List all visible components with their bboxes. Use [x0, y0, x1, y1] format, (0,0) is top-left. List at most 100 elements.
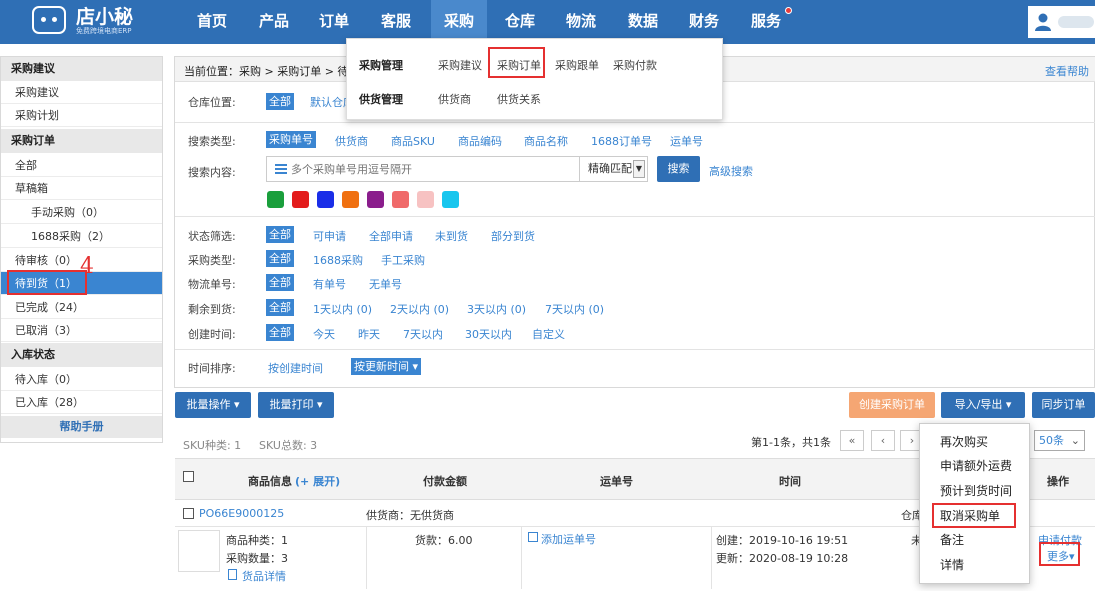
menu-item-extra-freight[interactable]: 申请额外运费: [920, 454, 1029, 478]
advanced-search-link[interactable]: 高级搜索: [709, 163, 753, 179]
logistics-has[interactable]: 有单号: [313, 276, 346, 292]
sidebar-item-draft[interactable]: 草稿箱: [1, 177, 162, 200]
order-checkbox[interactable]: [183, 508, 194, 519]
color-tag-swatch[interactable]: [342, 191, 359, 208]
sidebar-section-suggestion: 采购建议: [1, 57, 162, 81]
status-partial[interactable]: 部分到货: [491, 228, 535, 244]
type-all[interactable]: 全部: [266, 250, 294, 267]
select-all-checkbox[interactable]: [183, 471, 194, 482]
create-purchase-order-button[interactable]: 创建采购订单: [849, 392, 935, 418]
type-1688[interactable]: 1688采购: [313, 252, 363, 268]
dropdown-group-purchase: 采购管理: [359, 59, 403, 72]
user-menu[interactable]: [1028, 6, 1095, 38]
annotation-box-purchase-orders: [488, 47, 545, 78]
color-tag-swatch[interactable]: [317, 191, 334, 208]
logistics-none[interactable]: 无单号: [369, 276, 402, 292]
sidebar-item-suggestion[interactable]: 采购建议: [1, 81, 162, 104]
batch-operations-button[interactable]: 批量操作 ▾: [175, 392, 251, 418]
color-tag-swatch[interactable]: [417, 191, 434, 208]
sidebar-item-stocked[interactable]: 已入库（28）: [1, 391, 162, 414]
sidebar-item-completed[interactable]: 已完成（24）: [1, 296, 162, 319]
dropdown-supply-relations[interactable]: 供货关系: [497, 91, 541, 107]
edit-icon: [528, 532, 538, 542]
search-button[interactable]: 搜索: [657, 156, 700, 182]
status-applicable[interactable]: 可申请: [313, 228, 346, 244]
search-type-1688[interactable]: 1688订单号: [591, 133, 652, 149]
dropdown-suppliers[interactable]: 供货商: [438, 91, 471, 107]
color-tag-swatch[interactable]: [292, 191, 309, 208]
expand-toggle[interactable]: (+ 展开): [295, 473, 340, 489]
dropdown-purchase-tracking[interactable]: 采购跟单: [555, 57, 599, 73]
created-30days[interactable]: 30天以内: [465, 326, 512, 342]
nav-home[interactable]: 首页: [184, 0, 240, 44]
product-detail-link[interactable]: 货品详情: [242, 568, 286, 584]
dropdown-purchase-payment[interactable]: 采购付款: [613, 57, 657, 73]
sidebar-item-plan[interactable]: 采购计划: [1, 104, 162, 127]
logistics-all[interactable]: 全部: [266, 274, 294, 291]
search-type-tracking[interactable]: 运单号: [670, 133, 703, 149]
status-all-applied[interactable]: 全部申请: [369, 228, 413, 244]
menu-item-rebuy[interactable]: 再次购买: [920, 430, 1029, 454]
logo[interactable]: 店小秘 免费跨境电商ERP: [32, 4, 152, 38]
created-yesterday[interactable]: 昨天: [358, 326, 380, 342]
annotation-box-cancel: [932, 503, 1016, 528]
color-tag-swatch[interactable]: [367, 191, 384, 208]
color-tag-swatch[interactable]: [392, 191, 409, 208]
remaining-7day[interactable]: 7天以内 (0): [545, 301, 604, 317]
sidebar-item-1688[interactable]: 1688采购（2）: [1, 225, 162, 248]
breadcrumb-text: 当前位置：采购 > 采购订单 > 待到: [184, 65, 360, 78]
dropdown-group-supply: 供货管理: [359, 93, 403, 106]
color-tag-swatch[interactable]: [442, 191, 459, 208]
menu-item-arrival-time[interactable]: 预计到货时间: [920, 479, 1029, 503]
sort-by-updated[interactable]: 按更新时间 ▾: [351, 358, 422, 375]
sync-orders-button[interactable]: 同步订单: [1032, 392, 1095, 418]
search-input-box[interactable]: [266, 156, 580, 182]
remaining-label: 剩余到货:: [188, 303, 236, 316]
created-custom[interactable]: 自定义: [532, 326, 565, 342]
annotation-number-4: 4: [80, 254, 94, 279]
status-all[interactable]: 全部: [266, 226, 294, 243]
per-page-select[interactable]: 50条 ⌄: [1034, 430, 1085, 451]
sidebar-item-manual[interactable]: 手动采购（0）: [1, 201, 162, 224]
menu-item-details[interactable]: 详情: [920, 553, 1029, 577]
remaining-3day[interactable]: 3天以内 (0): [467, 301, 526, 317]
sidebar-item-cancelled[interactable]: 已取消（3）: [1, 319, 162, 342]
import-export-button[interactable]: 导入/导出 ▾: [941, 392, 1025, 418]
first-page-button[interactable]: «: [840, 430, 864, 451]
sort-by-created[interactable]: 按创建时间: [268, 360, 323, 376]
search-type-sku[interactable]: 商品SKU: [391, 133, 435, 149]
batch-print-button[interactable]: 批量打印 ▾: [258, 392, 334, 418]
prev-page-button[interactable]: ‹: [871, 430, 895, 451]
search-type-name[interactable]: 商品名称: [524, 133, 568, 149]
color-tag-swatch[interactable]: [267, 191, 284, 208]
order-number-link[interactable]: PO66E9000125: [199, 507, 284, 520]
menu-item-note[interactable]: 备注: [920, 528, 1029, 552]
status-not-arrived[interactable]: 未到货: [435, 228, 468, 244]
search-type-code[interactable]: 商品编码: [458, 133, 502, 149]
match-select[interactable]: 精确匹配 ▼: [579, 156, 648, 182]
annotation-box-pending-arrival: [7, 270, 87, 295]
divider: [175, 122, 1095, 123]
help-link[interactable]: 查看帮助: [1045, 63, 1089, 79]
created-label: 创建时间:: [188, 328, 236, 341]
warehouse-all[interactable]: 全部: [266, 93, 294, 110]
remaining-2day[interactable]: 2天以内 (0): [390, 301, 449, 317]
logo-name: 店小秘: [76, 6, 134, 28]
type-manual[interactable]: 手工采购: [381, 252, 425, 268]
search-type-supplier[interactable]: 供货商: [335, 133, 368, 149]
sku-total-count: SKU总数: 3: [259, 439, 318, 452]
search-input[interactable]: [267, 157, 557, 181]
dropdown-purchase-suggestion[interactable]: 采购建议: [438, 57, 482, 73]
remaining-all[interactable]: 全部: [266, 299, 294, 316]
created-all[interactable]: 全部: [266, 324, 294, 341]
add-tracking-link[interactable]: 添加运单号: [541, 531, 596, 547]
created-today[interactable]: 今天: [313, 326, 335, 342]
remaining-1day[interactable]: 1天以内 (0): [313, 301, 372, 317]
sidebar-item-all[interactable]: 全部: [1, 154, 162, 177]
search-type-po-number[interactable]: 采购单号: [266, 131, 316, 148]
sidebar-help-link[interactable]: 帮助手册: [1, 416, 162, 438]
sidebar-item-pending-in[interactable]: 待入库（0）: [1, 368, 162, 391]
created-7days[interactable]: 7天以内: [403, 326, 443, 342]
nav-products[interactable]: 产品: [246, 0, 302, 44]
left-sidebar: 采购建议 采购建议 采购计划 采购订单 全部 草稿箱 手动采购（0） 1688采…: [0, 56, 163, 443]
